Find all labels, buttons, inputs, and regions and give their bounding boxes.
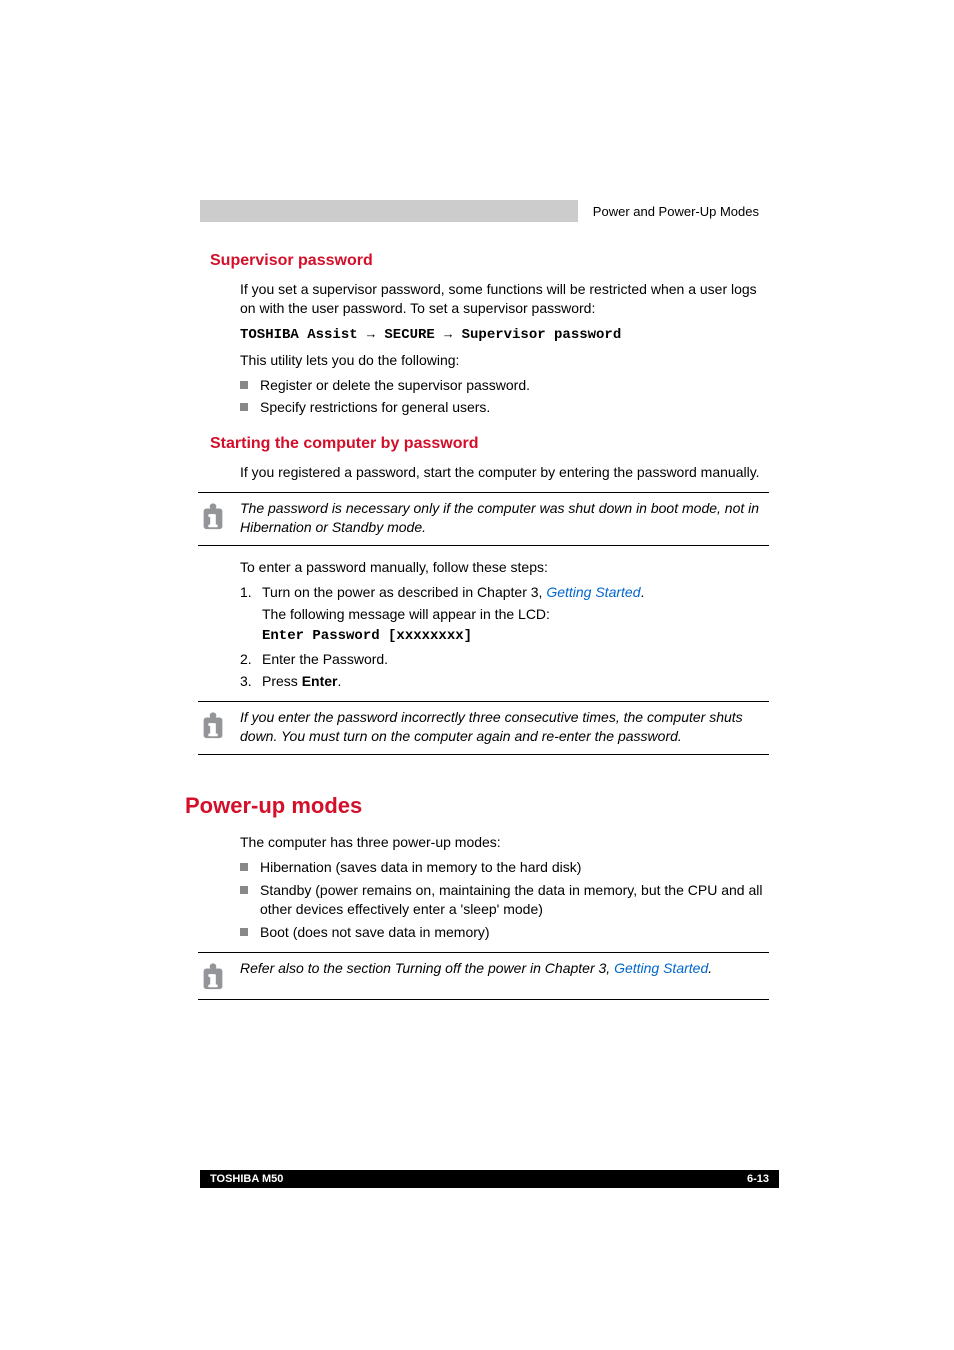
bullet-icon xyxy=(240,381,248,389)
note-block: The password is necessary only if the co… xyxy=(198,492,769,546)
note-block: Refer also to the section Turning off th… xyxy=(198,952,769,1000)
list-item-subtext: The following message will appear in the… xyxy=(262,605,644,624)
menu-path-segment: TOSHIBA Assist xyxy=(240,327,358,343)
body-paragraph: To enter a password manually, follow the… xyxy=(240,558,769,577)
list-item-text: Hibernation (saves data in memory to the… xyxy=(260,858,581,877)
bullet-list: Register or delete the supervisor passwo… xyxy=(240,376,769,418)
list-item: Boot (does not save data in memory) xyxy=(240,923,769,942)
menu-path-segment: SECURE xyxy=(384,327,434,343)
info-icon xyxy=(198,710,228,740)
list-item: 2. Enter the Password. xyxy=(240,650,769,669)
list-item-text: Specify restrictions for general users. xyxy=(260,398,490,417)
menu-path: TOSHIBA Assist → SECURE → Supervisor pas… xyxy=(240,324,769,345)
header-gray-bar xyxy=(200,200,578,222)
bullet-list: Hibernation (saves data in memory to the… xyxy=(240,858,769,942)
body-paragraph: If you registered a password, start the … xyxy=(240,463,769,482)
list-number: 3. xyxy=(240,672,262,691)
menu-path-segment: Supervisor password xyxy=(462,327,622,343)
list-item: Specify restrictions for general users. xyxy=(240,398,769,417)
header-section-text: Power and Power-Up Modes xyxy=(593,204,769,219)
page-footer: TOSHIBA M50 6-13 xyxy=(200,1170,779,1188)
bullet-icon xyxy=(240,928,248,936)
list-item-text: Boot (does not save data in memory) xyxy=(260,923,490,942)
page-header: Power and Power-Up Modes xyxy=(200,200,769,222)
footer-model: TOSHIBA M50 xyxy=(210,1173,283,1185)
list-item-text: Standby (power remains on, maintaining t… xyxy=(260,881,769,919)
console-output: Enter Password [xxxxxxxx] xyxy=(262,627,644,646)
list-number: 2. xyxy=(240,650,262,669)
list-item-text: Register or delete the supervisor passwo… xyxy=(260,376,530,395)
footer-page-number: 6-13 xyxy=(747,1173,769,1185)
list-item: Register or delete the supervisor passwo… xyxy=(240,376,769,395)
arrow-icon: → xyxy=(439,326,458,341)
arrow-icon: → xyxy=(362,326,381,341)
list-item-text: Enter the Password. xyxy=(262,650,388,669)
bullet-icon xyxy=(240,886,248,894)
section-title-starting-computer: Starting the computer by password xyxy=(210,435,769,453)
link-getting-started[interactable]: Getting Started xyxy=(546,584,640,600)
page-content: Power and Power-Up Modes Supervisor pass… xyxy=(0,0,954,1248)
chapter-title-power-up-modes: Power-up modes xyxy=(185,793,769,819)
list-item: Hibernation (saves data in memory to the… xyxy=(240,858,769,877)
list-item: 1. Turn on the power as described in Cha… xyxy=(240,583,769,646)
info-icon xyxy=(198,501,228,531)
list-number: 1. xyxy=(240,583,262,602)
bullet-icon xyxy=(240,403,248,411)
list-item-text: Turn on the power as described in Chapte… xyxy=(262,583,644,646)
note-text: If you enter the password incorrectly th… xyxy=(240,708,769,746)
note-text: Refer also to the section Turning off th… xyxy=(240,959,769,978)
list-item: 3. Press Enter. xyxy=(240,672,769,691)
key-name: Enter xyxy=(302,673,338,689)
section-title-supervisor-password: Supervisor password xyxy=(210,252,769,270)
list-item-text: Press Enter. xyxy=(262,672,341,691)
link-getting-started[interactable]: Getting Started xyxy=(614,960,708,976)
info-icon xyxy=(198,961,228,991)
note-block: If you enter the password incorrectly th… xyxy=(198,701,769,755)
body-paragraph: The computer has three power-up modes: xyxy=(240,833,769,852)
body-paragraph: This utility lets you do the following: xyxy=(240,351,769,370)
bullet-icon xyxy=(240,863,248,871)
ordered-list: 1. Turn on the power as described in Cha… xyxy=(240,583,769,691)
note-text: The password is necessary only if the co… xyxy=(240,499,769,537)
body-paragraph: If you set a supervisor password, some f… xyxy=(240,280,769,318)
list-item: Standby (power remains on, maintaining t… xyxy=(240,881,769,919)
